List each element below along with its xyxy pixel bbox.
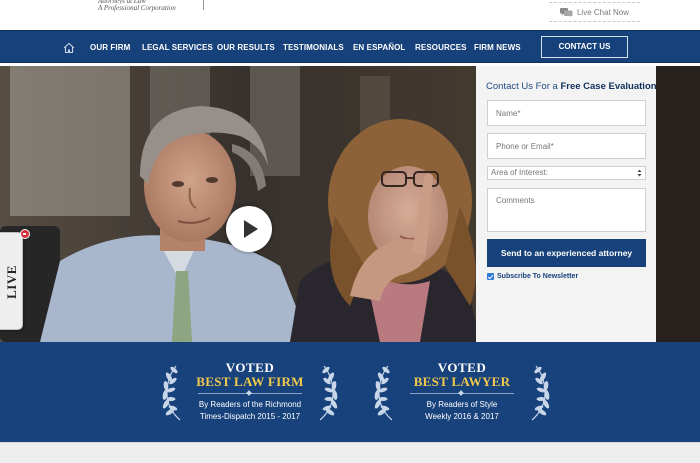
award-line-1: By Readers of Style [426, 400, 498, 409]
name-field[interactable]: Name* [487, 100, 646, 126]
case-evaluation-form: Contact Us For a Free Case Evaluation Na… [476, 66, 657, 342]
play-icon [244, 220, 258, 238]
comments-placeholder: Comments [496, 196, 535, 205]
award-line-1: By Readers of the Richmond [198, 400, 302, 409]
nav-our-results[interactable]: OUR RESULTS [217, 31, 275, 64]
chat-bubble-icon [559, 7, 573, 17]
awards-band: VOTED BEST LAW FIRM By Readers of the Ri… [0, 342, 700, 442]
send-to-attorney-button[interactable]: Send to an experienced attorney [487, 239, 646, 267]
name-placeholder: Name* [496, 109, 521, 118]
form-title-bold: Free Case Evaluation [560, 81, 657, 92]
nav-en-espanol[interactable]: EN ESPAÑOL [353, 31, 405, 64]
nav-testimonials[interactable]: TESTIMONIALS [283, 31, 344, 64]
phone-email-placeholder: Phone or Email* [496, 142, 554, 151]
form-title: Contact Us For a Free Case Evaluation [486, 81, 657, 92]
comments-field[interactable]: Comments [487, 188, 646, 232]
subscribe-newsletter[interactable]: Subscribe To Newsletter [487, 273, 578, 280]
award-separator [410, 393, 514, 394]
contact-us-button[interactable]: CONTACT US [541, 36, 628, 58]
live-chat-tab[interactable]: LIVE CHAT [0, 232, 41, 330]
live-chat-tab-label: LIVE CHAT [4, 262, 41, 302]
subscribe-checkbox[interactable] [487, 273, 494, 280]
subscribe-label: Subscribe To Newsletter [497, 273, 579, 280]
award-best-lawyer: VOTED BEST LAWYER By Readers of Style We… [362, 342, 562, 442]
award-separator [198, 393, 302, 394]
area-of-interest-placeholder: Area of Interest: [491, 168, 548, 177]
nav-our-firm[interactable]: OUR FIRM [90, 31, 130, 64]
nav-firm-news[interactable]: FIRM NEWS [474, 31, 521, 64]
top-header: Attorneys at Law A Professional Corporat… [0, 0, 700, 28]
award-line-2: Weekly 2016 & 2017 [425, 412, 499, 421]
main-nav: OUR FIRM LEGAL SERVICES OUR RESULTS TEST… [0, 30, 700, 63]
form-title-prefix: Contact Us For a [486, 81, 561, 92]
area-of-interest-select[interactable]: Area of Interest: [487, 166, 646, 180]
nav-resources[interactable]: RESOURCES [415, 31, 467, 64]
tagline-line-2: A Professional Corporation [98, 4, 176, 12]
award-line-2: Times-Dispatch 2015 - 2017 [199, 412, 301, 421]
award-title: BEST LAWYER [413, 374, 511, 389]
video-play-button[interactable] [226, 206, 272, 252]
live-chat-close-icon[interactable] [20, 229, 30, 239]
header-divider [203, 0, 204, 10]
select-arrows-icon [637, 169, 642, 177]
live-chat-now-label: Live Chat Now [576, 7, 630, 17]
page: Attorneys at Law A Professional Corporat… [0, 0, 700, 463]
footer-strip [0, 442, 700, 463]
firm-tagline: Attorneys at Law A Professional Corporat… [98, 0, 176, 13]
live-chat-now-button[interactable]: Live Chat Now [549, 2, 640, 22]
phone-email-field[interactable]: Phone or Email* [487, 133, 646, 159]
award-best-law-firm: VOTED BEST LAW FIRM By Readers of the Ri… [150, 342, 350, 442]
award-title: BEST LAW FIRM [196, 374, 304, 389]
nav-legal-services[interactable]: LEGAL SERVICES [142, 31, 213, 64]
home-icon[interactable] [63, 41, 75, 54]
